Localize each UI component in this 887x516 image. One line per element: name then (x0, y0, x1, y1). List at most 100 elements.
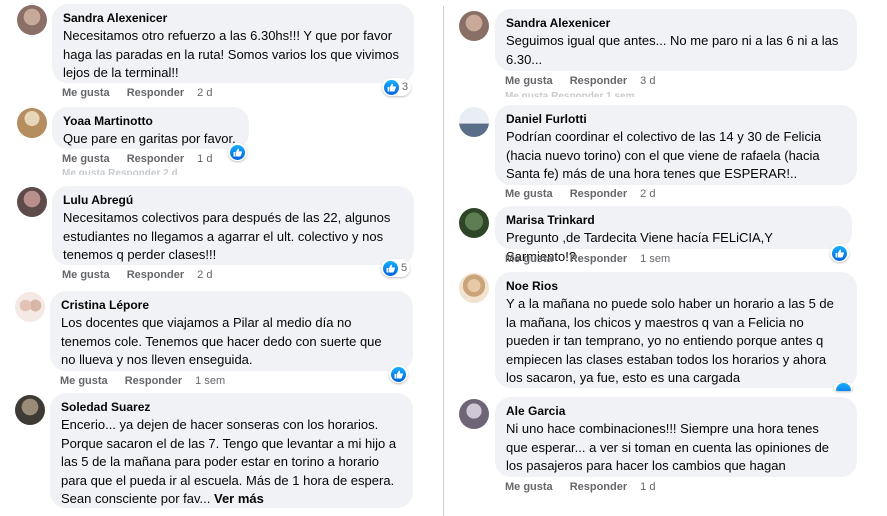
reply-button[interactable]: Responder (570, 75, 627, 87)
like-button[interactable]: Me gusta (62, 87, 110, 99)
comment-line: Encerio... ya dejen de hacer sonseras co… (61, 417, 379, 432)
comment-actions: Me gusta Responder 1 d (62, 153, 229, 165)
comment-author[interactable]: Noe Rios (506, 278, 845, 294)
comment-line: 6.30... (506, 51, 543, 67)
comment-bubble: Lulu Abregú Necesitamos colectivos para … (52, 186, 414, 265)
comment-line: los pasajeros para hacer los cambios que… (506, 458, 786, 473)
like-icon (384, 79, 399, 95)
avatar[interactable] (459, 399, 489, 429)
timestamp[interactable]: 2 d (197, 269, 212, 281)
like-icon (391, 366, 406, 382)
reaction-number: 5 (401, 262, 408, 274)
timestamp[interactable]: 1 sem (195, 375, 225, 387)
scroll-ghost-text: Me gusta Responder 1 sem (505, 91, 635, 97)
timestamp[interactable]: 1 d (197, 153, 212, 165)
avatar[interactable] (17, 5, 47, 35)
see-more-link[interactable]: Ver más (214, 491, 264, 506)
comment-line: lejos de la terminal!! (63, 65, 179, 80)
comment-text: Seguimos igual que antes... No me paro n… (506, 32, 845, 69)
timestamp[interactable]: 2 d (640, 188, 655, 200)
like-icon (836, 383, 851, 391)
reply-button[interactable]: Responder (570, 253, 627, 265)
comment-author[interactable]: Marisa Trinkard (506, 212, 840, 228)
comment-line: Sean consciente por fav... Ver más (61, 490, 401, 509)
like-button[interactable]: Me gusta (62, 153, 110, 165)
reply-button[interactable]: Responder (570, 188, 627, 200)
reaction-count[interactable] (228, 143, 247, 161)
comment-line: Santa fe) más de una hora tenes que ESPE… (506, 166, 798, 181)
reaction-count[interactable]: 3 (382, 78, 412, 96)
comment-line: haga las paradas en la ruta! Somos vario… (63, 46, 400, 62)
reaction-number: 3 (402, 81, 409, 93)
like-button[interactable]: Me gusta (505, 75, 553, 87)
comment-line: Porque sacaron el de las 7. Tengo que le… (61, 435, 397, 451)
comment-actions: Me gusta Responder 1 sem (505, 253, 687, 265)
comment-line: Necesitamos colectivos para después de l… (63, 210, 391, 225)
reply-button[interactable]: Responder (127, 87, 184, 99)
comment-line: los sacaron, ya fue, esto es una cargada (506, 370, 741, 385)
like-button[interactable]: Me gusta (505, 188, 553, 200)
comment-author[interactable]: Yoaa Martinotto (63, 113, 237, 129)
timestamp[interactable]: 1 d (640, 481, 655, 493)
comment-author[interactable]: Ale Garcia (506, 403, 845, 419)
comment-bubble: Sandra Alexenicer Seguimos igual que ant… (495, 9, 857, 71)
avatar[interactable] (459, 208, 489, 238)
comment-author[interactable]: Daniel Furlotti (506, 111, 845, 127)
comment-bubble: Daniel Furlotti Podrían coordinar el col… (495, 105, 857, 185)
reaction-count[interactable] (834, 383, 853, 391)
timestamp[interactable]: 3 d (640, 75, 655, 87)
comment-text: Necesitamos otro refuerzo a las 6.30hs!!… (63, 27, 402, 83)
comment-line: pueden ir tan temprano, yo no entiendo p… (506, 333, 824, 348)
like-icon (383, 260, 398, 276)
comment-line: que esperar... a ver si toman en cuenta … (506, 439, 830, 455)
comment-line: Ni uno hace combinaciones!!! Siempre una… (506, 421, 819, 436)
reply-button[interactable]: Responder (127, 269, 184, 281)
avatar[interactable] (459, 11, 489, 41)
avatar[interactable] (15, 292, 45, 322)
comment-author[interactable]: Sandra Alexenicer (63, 10, 402, 26)
column-divider (443, 6, 444, 516)
comment-text: Los docentes que viajamos a Pilar al med… (61, 314, 401, 370)
comment-line: Necesitamos otro refuerzo a las 6.30hs!!… (63, 28, 393, 43)
reply-button[interactable]: Responder (125, 375, 182, 387)
avatar[interactable] (17, 108, 47, 138)
comment-bubble: Yoaa Martinotto Que pare en garitas por … (52, 107, 249, 149)
avatar[interactable] (459, 273, 489, 303)
avatar[interactable] (17, 187, 47, 217)
timestamp[interactable]: 2 d (197, 87, 212, 99)
reply-button[interactable]: Responder (127, 153, 184, 165)
reply-button[interactable]: Responder (570, 481, 627, 493)
scroll-ghost-text: Me gusta Responder 2 d (62, 168, 178, 175)
comment-line: Que pare en garitas por favor. (63, 131, 236, 146)
comment-text: Encerio... ya dejen de hacer sonseras co… (61, 416, 401, 509)
comment-actions: Me gusta Responder 1 d (505, 481, 672, 493)
comment-actions: Me gusta Responder 2 d (505, 188, 672, 200)
comment-line: no llueva y nos lleven enseguida. (61, 352, 253, 367)
like-button[interactable]: Me gusta (505, 253, 553, 265)
comment-line: tenemos q perder clases!!! (63, 247, 217, 262)
like-button[interactable]: Me gusta (60, 375, 108, 387)
like-icon (230, 144, 245, 160)
like-icon (832, 245, 847, 261)
comment-line: Los docentes que viajamos a Pilar al med… (61, 315, 352, 330)
comment-line: para que el pueda ir al escuela. Más de … (61, 472, 395, 488)
like-button[interactable]: Me gusta (505, 481, 553, 493)
avatar[interactable] (459, 107, 489, 137)
comment-line: Seguimos igual que antes... No me paro n… (506, 33, 839, 48)
comment-bubble: Sandra Alexenicer Necesitamos otro refue… (52, 4, 414, 83)
reaction-count[interactable] (830, 244, 849, 262)
comment-author[interactable]: Lulu Abregú (63, 192, 402, 208)
comment-text: Ni uno hace combinaciones!!! Siempre una… (506, 420, 845, 476)
avatar[interactable] (15, 395, 45, 425)
comment-actions: Me gusta Responder 2 d (62, 87, 229, 99)
comment-author[interactable]: Sandra Alexenicer (506, 15, 845, 31)
reaction-count[interactable] (389, 365, 408, 383)
comment-text: Podrían coordinar el colectivo de las 14… (506, 128, 845, 184)
comment-actions: Me gusta Responder 2 d (62, 269, 229, 281)
comment-author[interactable]: Soledad Suarez (61, 399, 401, 415)
like-button[interactable]: Me gusta (62, 269, 110, 281)
comment-author[interactable]: Cristina Lépore (61, 297, 401, 313)
timestamp[interactable]: 1 sem (640, 253, 670, 265)
comment-actions: Me gusta Responder 1 sem (60, 375, 242, 387)
reaction-count[interactable]: 5 (381, 259, 411, 277)
